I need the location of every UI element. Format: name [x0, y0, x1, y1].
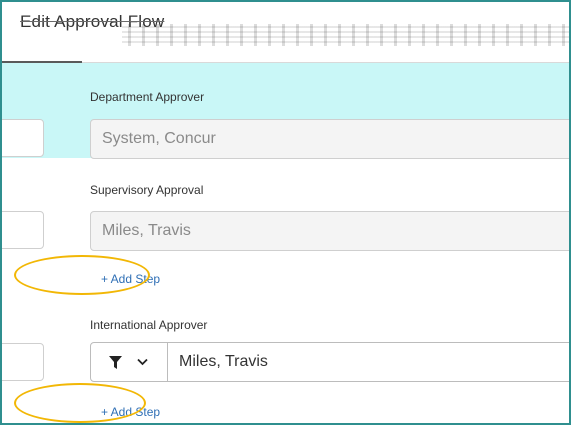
annotation-highlight-circle — [14, 383, 146, 423]
annotation-highlight-circle — [14, 255, 150, 295]
department-approver-field: System, Concur — [90, 119, 569, 159]
department-approver-value: System, Concur — [102, 130, 216, 147]
approver-filter-dropdown[interactable] — [91, 343, 168, 381]
chevron-down-icon — [137, 358, 148, 366]
header-scribble — [122, 24, 569, 46]
step-label-department-approver: Department Approver — [90, 90, 205, 104]
supervisory-approver-value: Miles, Travis — [102, 222, 191, 239]
supervisory-approver-field: Miles, Travis — [90, 211, 569, 251]
step-label-international-approver: International Approver — [90, 318, 208, 332]
approval-flow-dialog: Edit Approval Flow Department Approver S… — [0, 0, 571, 425]
step-sequence-field[interactable] — [2, 119, 44, 157]
filter-icon — [109, 356, 122, 369]
step-sequence-field[interactable] — [2, 343, 44, 381]
step-label-supervisory-approval: Supervisory Approval — [90, 183, 204, 197]
international-approver-value[interactable]: Miles, Travis — [179, 343, 268, 381]
dialog-header: Edit Approval Flow — [2, 2, 569, 63]
international-approver-field[interactable]: Miles, Travis — [90, 342, 569, 382]
step-sequence-field[interactable] — [2, 211, 44, 249]
